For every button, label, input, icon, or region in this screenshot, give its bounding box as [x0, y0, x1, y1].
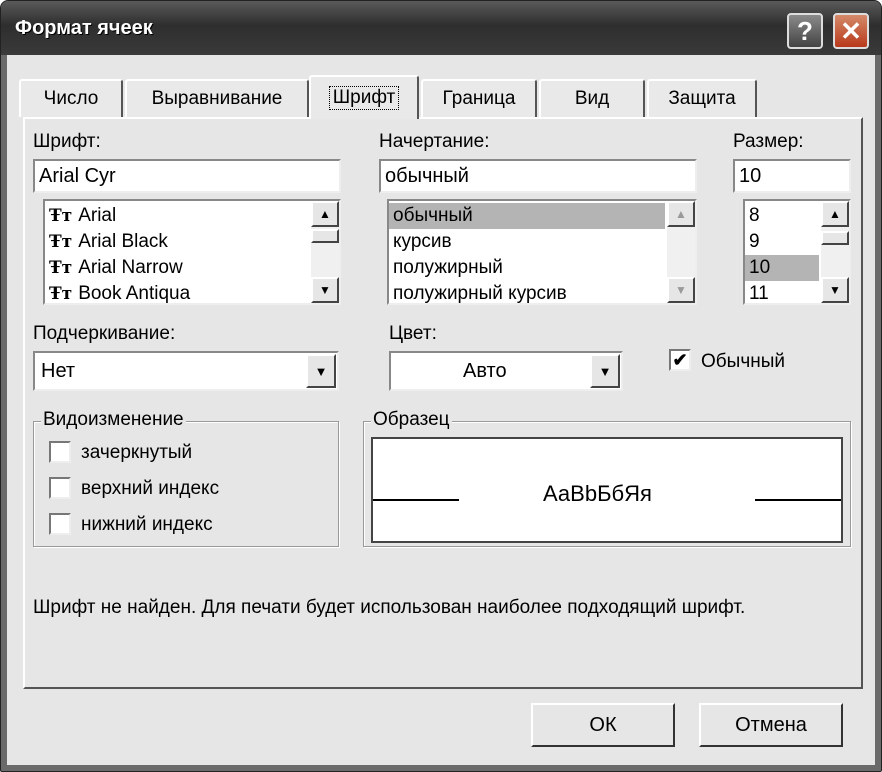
strikethrough-label: зачеркнутый — [81, 442, 193, 463]
size-list-item[interactable]: 8 — [745, 203, 819, 229]
tab-protection-label: Защита — [668, 88, 736, 109]
scroll-up-button: ▲ — [667, 201, 695, 227]
size-list-scrollbar[interactable]: ▲ ▼ — [821, 201, 849, 303]
arrow-down-icon: ▼ — [319, 283, 331, 297]
scroll-down-button[interactable]: ▼ — [311, 277, 339, 303]
sample-baseline-left — [373, 499, 459, 501]
font-list-item-label: Arial Narrow — [78, 257, 183, 278]
tab-number-label: Число — [43, 88, 99, 109]
tab-alignment-label: Выравнивание — [151, 88, 283, 109]
size-list[interactable]: 8 9 10 11 ▲ ▼ — [743, 199, 851, 305]
arrow-down-icon: ▼ — [829, 283, 841, 297]
sample-text: АаВbБбЯя — [543, 481, 652, 506]
font-input[interactable]: Arial Cyr — [33, 159, 341, 193]
font-list-item[interactable]: Ŧт Arial — [45, 203, 339, 229]
ok-button-label: ОК — [589, 713, 617, 736]
tab-alignment[interactable]: Выравнивание — [125, 79, 309, 117]
style-input[interactable]: обычный — [379, 159, 697, 193]
font-list-item[interactable]: Ŧт Arial Black — [45, 229, 339, 255]
font-list-scrollbar[interactable]: ▲ ▼ — [311, 201, 339, 303]
size-input[interactable]: 10 — [733, 159, 851, 193]
strikethrough-checkbox[interactable] — [49, 441, 71, 463]
scroll-thumb[interactable] — [821, 231, 849, 245]
tab-font-label: Шрифт — [328, 86, 400, 110]
font-list[interactable]: Ŧт Arial Ŧт Arial Black Ŧт Arial Narrow … — [43, 199, 341, 305]
subscript-checkbox[interactable] — [49, 513, 71, 535]
style-list-item[interactable]: курсив — [389, 229, 665, 255]
title-bar[interactable]: Формат ячеек ? ✕ — [1, 1, 881, 55]
format-cells-dialog: Формат ячеек ? ✕ Число Выравнивание Шриф… — [0, 0, 882, 772]
sample-baseline-right — [755, 499, 841, 501]
scroll-up-button[interactable]: ▲ — [821, 201, 849, 227]
style-label: Начертание: — [379, 131, 490, 152]
cancel-button[interactable]: Отмена — [699, 703, 843, 747]
tab-protection[interactable]: Защита — [647, 79, 757, 117]
ok-button[interactable]: ОК — [531, 703, 675, 747]
truetype-font-icon: Ŧт — [49, 206, 73, 226]
scroll-thumb[interactable] — [311, 229, 339, 243]
font-list-item[interactable]: Ŧт Book Antiqua — [45, 281, 339, 304]
color-label: Цвет: — [389, 323, 437, 344]
truetype-font-icon: Ŧт — [49, 284, 73, 304]
underline-select[interactable]: Нет ▼ — [33, 351, 339, 391]
tab-number[interactable]: Число — [19, 79, 123, 117]
arrow-down-icon: ▼ — [675, 283, 687, 297]
normal-font-label: Обычный — [701, 351, 785, 372]
sample-preview: АаВbБбЯя — [371, 437, 843, 543]
chevron-down-icon: ▼ — [598, 363, 612, 379]
chevron-down-icon: ▼ — [314, 363, 328, 379]
underline-dropdown-button[interactable]: ▼ — [306, 354, 336, 388]
truetype-font-icon: Ŧт — [49, 258, 73, 278]
size-list-item-selected[interactable]: 10 — [745, 255, 819, 281]
tab-border[interactable]: Граница — [421, 79, 537, 117]
scroll-down-button: ▼ — [667, 277, 695, 303]
style-list[interactable]: обычный курсив полужирный полужирный кур… — [387, 199, 697, 305]
superscript-label: верхний индекс — [81, 478, 220, 499]
tab-fill[interactable]: Вид — [539, 79, 645, 117]
font-list-item-label: Book Antiqua — [78, 283, 191, 304]
color-value: Авто — [463, 360, 507, 382]
normal-font-checkbox[interactable]: ✔ — [669, 349, 691, 371]
help-button[interactable]: ? — [787, 13, 823, 49]
subscript-label: нижний индекс — [81, 514, 213, 535]
arrow-up-icon: ▲ — [675, 207, 687, 221]
style-list-item[interactable]: полужирный — [389, 255, 665, 281]
tab-border-label: Граница — [442, 88, 516, 109]
size-list-item[interactable]: 11 — [745, 281, 819, 303]
dialog-title: Формат ячеек — [15, 17, 153, 39]
truetype-font-icon: Ŧт — [49, 232, 73, 252]
color-dropdown-button[interactable]: ▼ — [590, 354, 620, 388]
color-select[interactable]: Авто ▼ — [389, 351, 623, 391]
underline-value: Нет — [41, 360, 76, 382]
arrow-up-icon: ▲ — [319, 207, 331, 221]
arrow-up-icon: ▲ — [829, 207, 841, 221]
effects-group-title: Видоизменение — [41, 409, 186, 431]
cancel-button-label: Отмена — [735, 713, 807, 736]
underline-label: Подчеркивание: — [33, 323, 176, 344]
scroll-up-button[interactable]: ▲ — [311, 201, 339, 227]
tab-font[interactable]: Шрифт — [309, 75, 419, 119]
font-list-item-label: Arial Black — [78, 231, 168, 252]
close-icon: ✕ — [840, 15, 862, 46]
style-list-item[interactable]: полужирный курсив — [389, 281, 665, 303]
dialog-client-area: Число Выравнивание Шрифт Граница Вид Защ… — [7, 55, 875, 765]
font-list-item-label: Arial — [78, 205, 117, 226]
checkmark-icon: ✔ — [672, 350, 688, 370]
superscript-checkbox[interactable] — [49, 477, 71, 499]
size-list-item[interactable]: 9 — [745, 229, 819, 255]
scroll-down-button[interactable]: ▼ — [821, 277, 849, 303]
help-icon: ? — [797, 15, 813, 46]
sample-group-title: Образец — [371, 409, 452, 431]
style-list-item-selected[interactable]: обычный — [389, 203, 665, 229]
font-label: Шрифт: — [33, 131, 101, 152]
style-list-scrollbar: ▲ ▼ — [667, 201, 695, 303]
size-label: Размер: — [733, 131, 804, 152]
tab-fill-label: Вид — [574, 88, 610, 109]
font-list-item[interactable]: Ŧт Arial Narrow — [45, 255, 339, 281]
close-button[interactable]: ✕ — [833, 13, 869, 49]
font-not-found-message: Шрифт не найден. Для печати будет исполь… — [33, 597, 746, 618]
